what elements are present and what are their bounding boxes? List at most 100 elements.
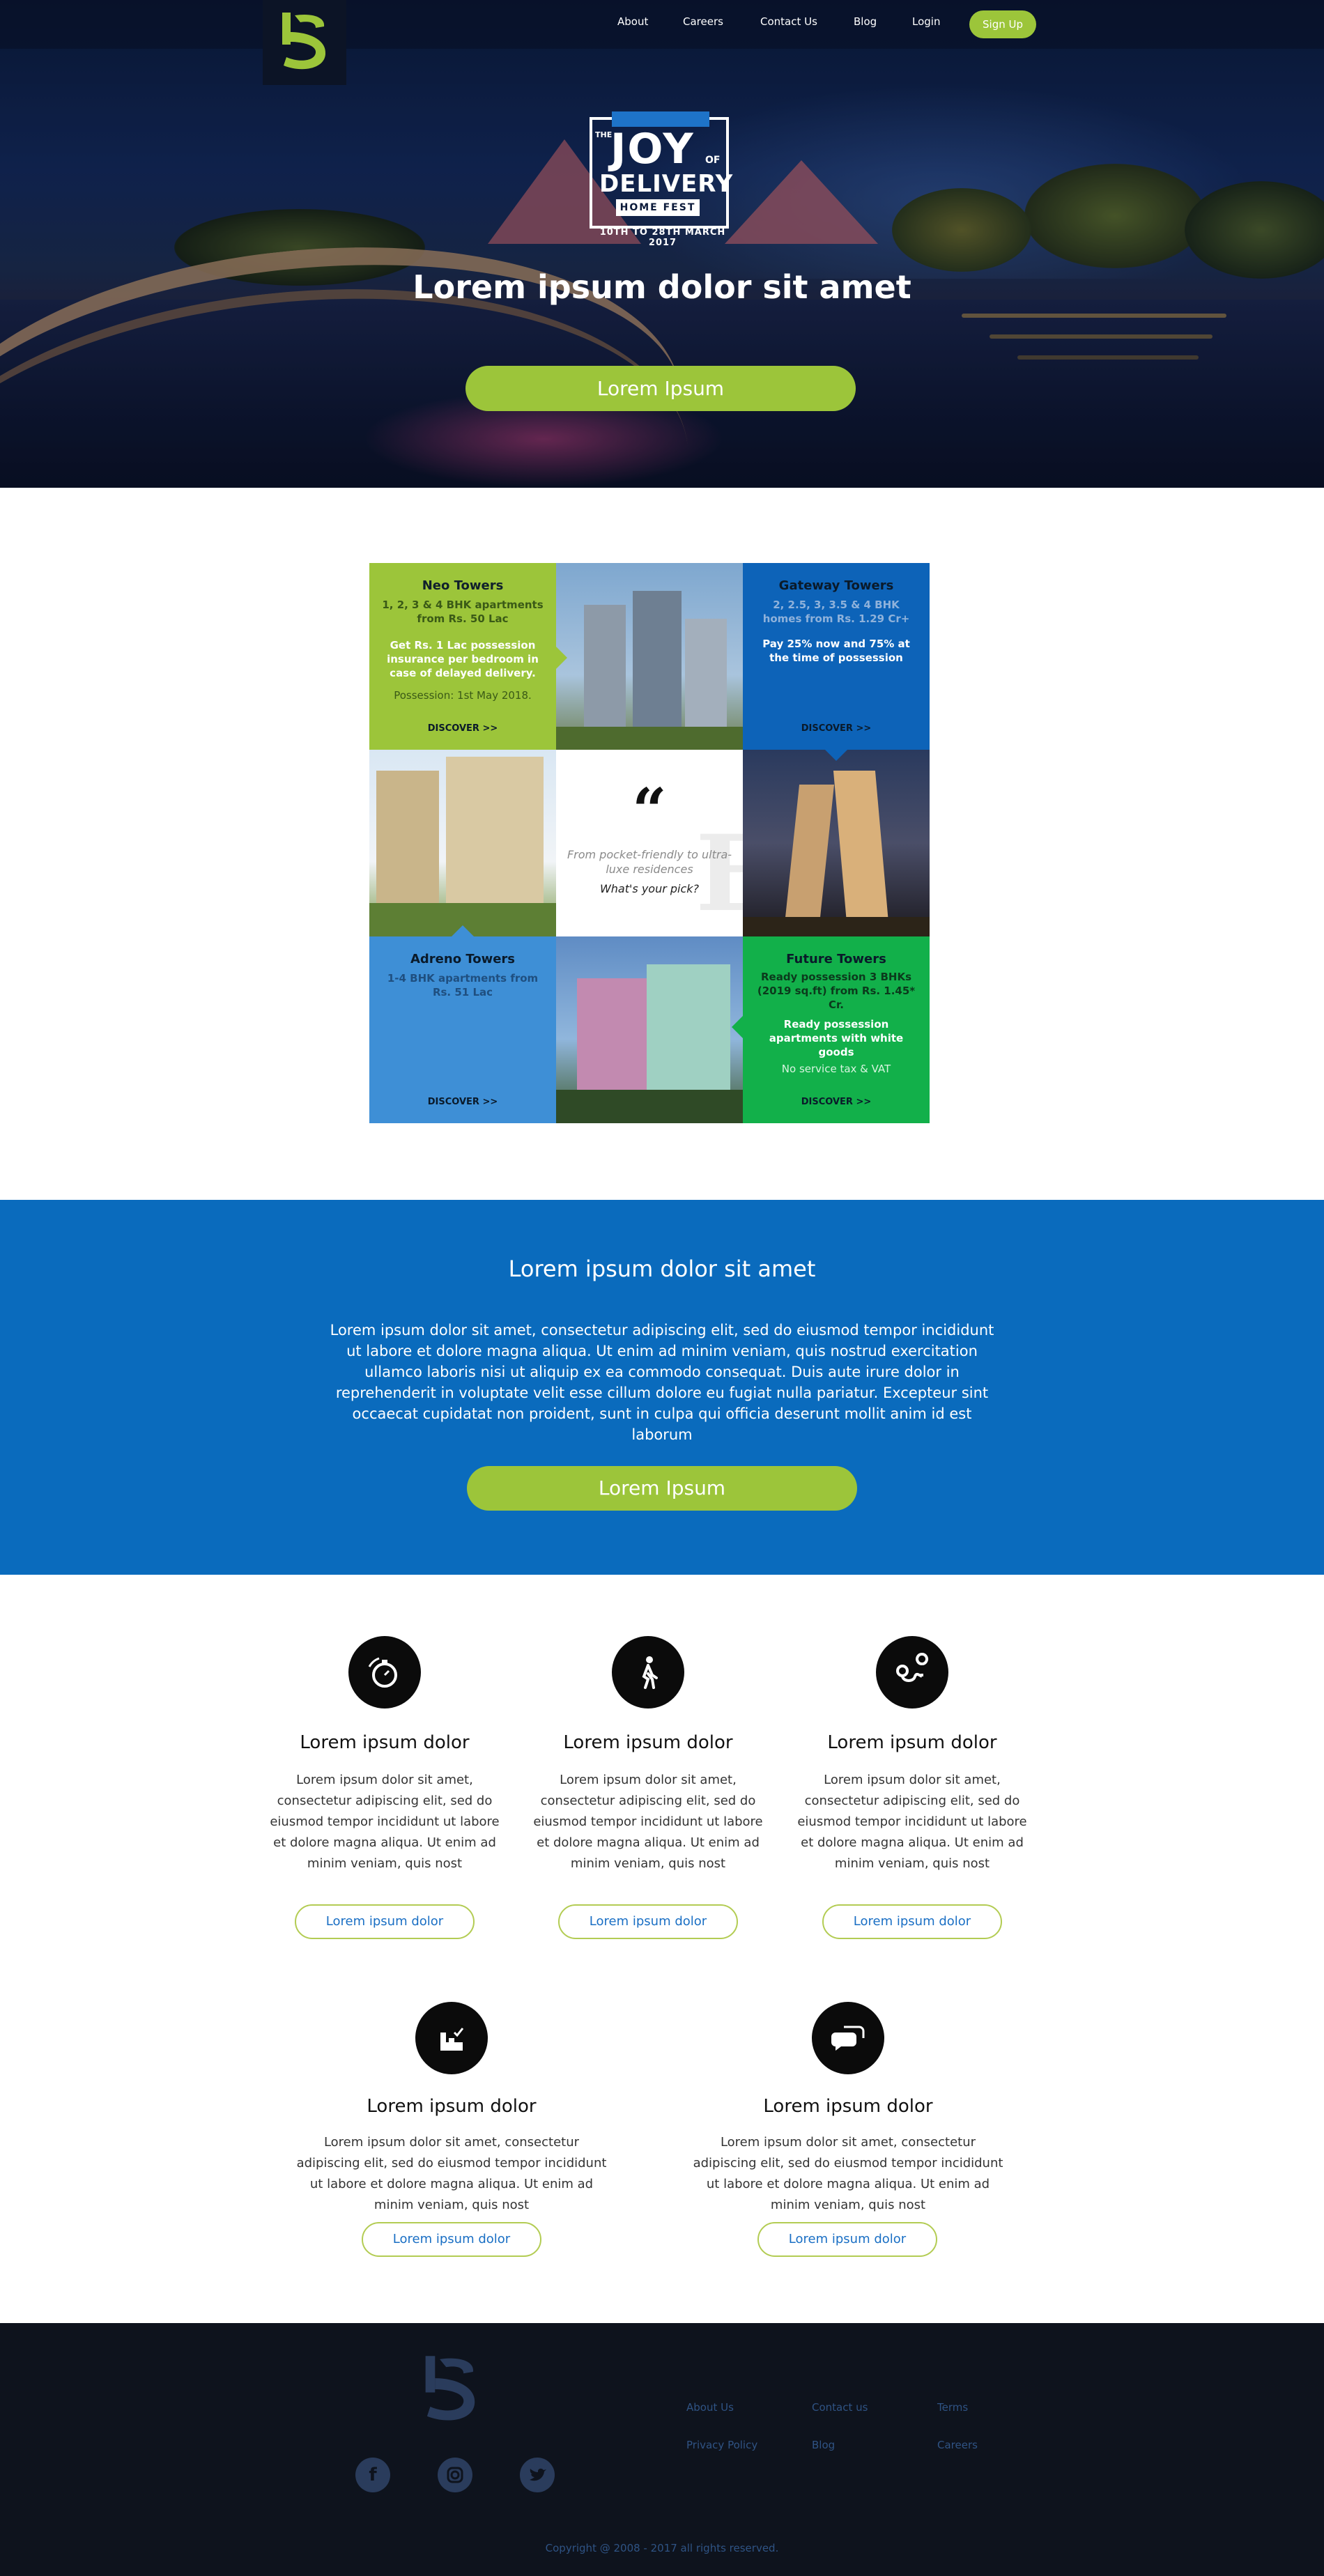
tower-building [783,785,835,931]
card-neo-towers[interactable]: Neo Towers 1, 2, 3 & 4 BHK apartments fr… [369,563,556,750]
footer-link-blog[interactable]: Blog [812,2439,835,2451]
feature-button[interactable]: Lorem ipsum dolor [295,1904,475,1939]
card-offer: Pay 25% now and 75% at the time of posse… [762,638,910,664]
feature-button[interactable]: Lorem ipsum dolor [757,2222,937,2257]
joy-of-delivery-badge: THE JOY OF DELIVERY HOME FEST 10TH TO 28… [590,111,734,248]
feature-body: Lorem ipsum dolor sit amet, consectetur … [693,2135,1003,2212]
badge-the: THE [595,130,613,139]
quote-question: What's your pick? [599,882,700,895]
card-offer: Ready possession apartments with white g… [769,1018,904,1058]
nav-contact-us[interactable]: Contact Us [760,15,817,33]
footer-link-about-us[interactable]: About Us [686,2401,734,2414]
image-neo-towers [556,563,743,750]
badge-dates: 10TH TO 28TH MARCH 2017 [599,227,726,248]
section-cta-button[interactable]: Lorem Ipsum [467,1466,857,1511]
chat-bubbles-icon [812,2002,884,2074]
route-pin-icon [876,1636,948,1709]
tower-building [833,771,890,931]
image-adreno-towers [369,750,556,936]
nav-about[interactable]: About [617,15,648,33]
card-description: 1-4 BHK apartments from Rs. 51 Lac [387,972,539,998]
copyright-text: Copyright @ 2008 - 2017 all rights reser… [545,2542,779,2554]
ground-greenery [556,727,743,750]
quote-mark-icon: “ [632,776,667,846]
badge-of: OF [705,155,721,166]
tower-building [577,978,654,1097]
twitter-icon[interactable] [520,2458,555,2492]
hero-banner: About Careers Contact Us Blog Login Sign… [0,0,1324,488]
card-description: 2, 2.5, 3, 3.5 & 4 BHK homes from Rs. 1.… [762,599,910,625]
section-title: Lorem ipsum dolor sit amet [508,1256,816,1282]
section-body: Lorem ipsum dolor sit amet, consectetur … [330,1322,994,1443]
card-pointer [452,925,474,936]
site-logo[interactable] [263,0,346,85]
card-title: Gateway Towers [778,578,894,593]
stopwatch-icon [348,1636,421,1709]
card-description: 1, 2, 3 & 4 BHK apartments from Rs. 50 L… [382,599,544,625]
nav-careers[interactable]: Careers [683,15,723,33]
feature-button[interactable]: Lorem ipsum dolor [822,1904,1002,1939]
card-pointer [556,647,567,669]
feature-body: Lorem ipsum dolor sit amet, consectetur … [797,1773,1027,1871]
quote-text: From pocket-friendly to ultra-luxe resid… [567,848,732,876]
footer-link-careers[interactable]: Careers [937,2439,978,2451]
tower-building [685,619,727,744]
card-offer: Get Rs. 1 Lac possession insurance per b… [387,639,539,679]
card-adreno-towers[interactable]: Adreno Towers 1-4 BHK apartments from Rs… [369,936,556,1123]
discover-link[interactable]: DISCOVER >> [369,1097,556,1107]
facebook-icon[interactable]: f [355,2458,390,2492]
discover-link[interactable]: DISCOVER >> [743,723,930,734]
ground-greenery [556,1090,743,1123]
footer-logo-icon[interactable] [418,2354,484,2424]
sign-up-button[interactable]: Sign Up [969,10,1036,38]
feature-body: Lorem ipsum dolor sit amet, consectetur … [296,2135,607,2212]
card-possession: Possession: 1st May 2018. [394,689,532,702]
feature-title: Lorem ipsum dolor [367,2096,537,2117]
card-title: Adreno Towers [410,952,516,966]
factory-check-icon [415,2002,488,2074]
discover-link[interactable]: DISCOVER >> [743,1097,930,1107]
tower-building [633,591,682,744]
hero-cta-button[interactable]: Lorem Ipsum [465,366,856,411]
feature-title: Lorem ipsum dolor [763,2096,933,2117]
image-future-towers [556,936,743,1123]
image-gateway-towers [743,750,930,936]
tower-building [647,964,730,1097]
feature-button[interactable]: Lorem ipsum dolor [362,2222,541,2257]
badge-joy: JOY [610,125,695,173]
feature-title: Lorem ipsum dolor [827,1732,997,1753]
quote-card: E “ From pocket-friendly to ultra-luxe r… [556,750,743,936]
logo-s-icon [282,13,326,70]
site-footer: f About Us Contact us Terms Privacy Poli… [0,2323,1324,2576]
card-future-towers[interactable]: Future Towers Ready possession 3 BHKs (2… [743,936,930,1123]
feature-title: Lorem ipsum dolor [300,1732,470,1753]
card-gateway-towers[interactable]: Gateway Towers 2, 2.5, 3, 3.5 & 4 BHK ho… [743,563,930,750]
nav-login[interactable]: Login [912,15,940,33]
feature-button[interactable]: Lorem ipsum dolor [558,1904,738,1939]
discover-link[interactable]: DISCOVER >> [369,723,556,734]
intro-section: Lorem ipsum dolor sit amet Lorem ipsum d… [0,1200,1324,1575]
footer-link-contact-us[interactable]: Contact us [812,2401,868,2414]
card-title: Future Towers [786,952,886,966]
tower-building [584,605,626,744]
tower-building [376,771,439,917]
badge-delivery: DELIVERY [599,170,734,198]
top-navigation-bar [0,0,1324,49]
badge-home-fest: HOME FEST [616,199,700,216]
card-tax-note: No service tax & VAT [781,1063,891,1075]
card-description: Ready possession 3 BHKs (2019 sq.ft) fro… [757,971,916,1011]
hero-title: Lorem ipsum dolor sit amet [413,268,911,306]
feature-body: Lorem ipsum dolor sit amet, consectetur … [533,1773,763,1871]
footer-link-terms[interactable]: Terms [937,2401,968,2414]
ground-lights [743,917,930,936]
feature-body: Lorem ipsum dolor sit amet, consectetur … [270,1773,500,1871]
footer-link-privacy-policy[interactable]: Privacy Policy [686,2439,757,2451]
walking-person-icon [612,1636,684,1709]
tower-building [446,757,544,917]
nav-blog[interactable]: Blog [854,15,877,33]
property-grid: Neo Towers 1, 2, 3 & 4 BHK apartments fr… [369,563,930,1123]
card-pointer [825,750,847,761]
instagram-icon[interactable] [438,2458,472,2492]
card-pointer [732,1016,743,1038]
card-title: Neo Towers [422,578,504,593]
